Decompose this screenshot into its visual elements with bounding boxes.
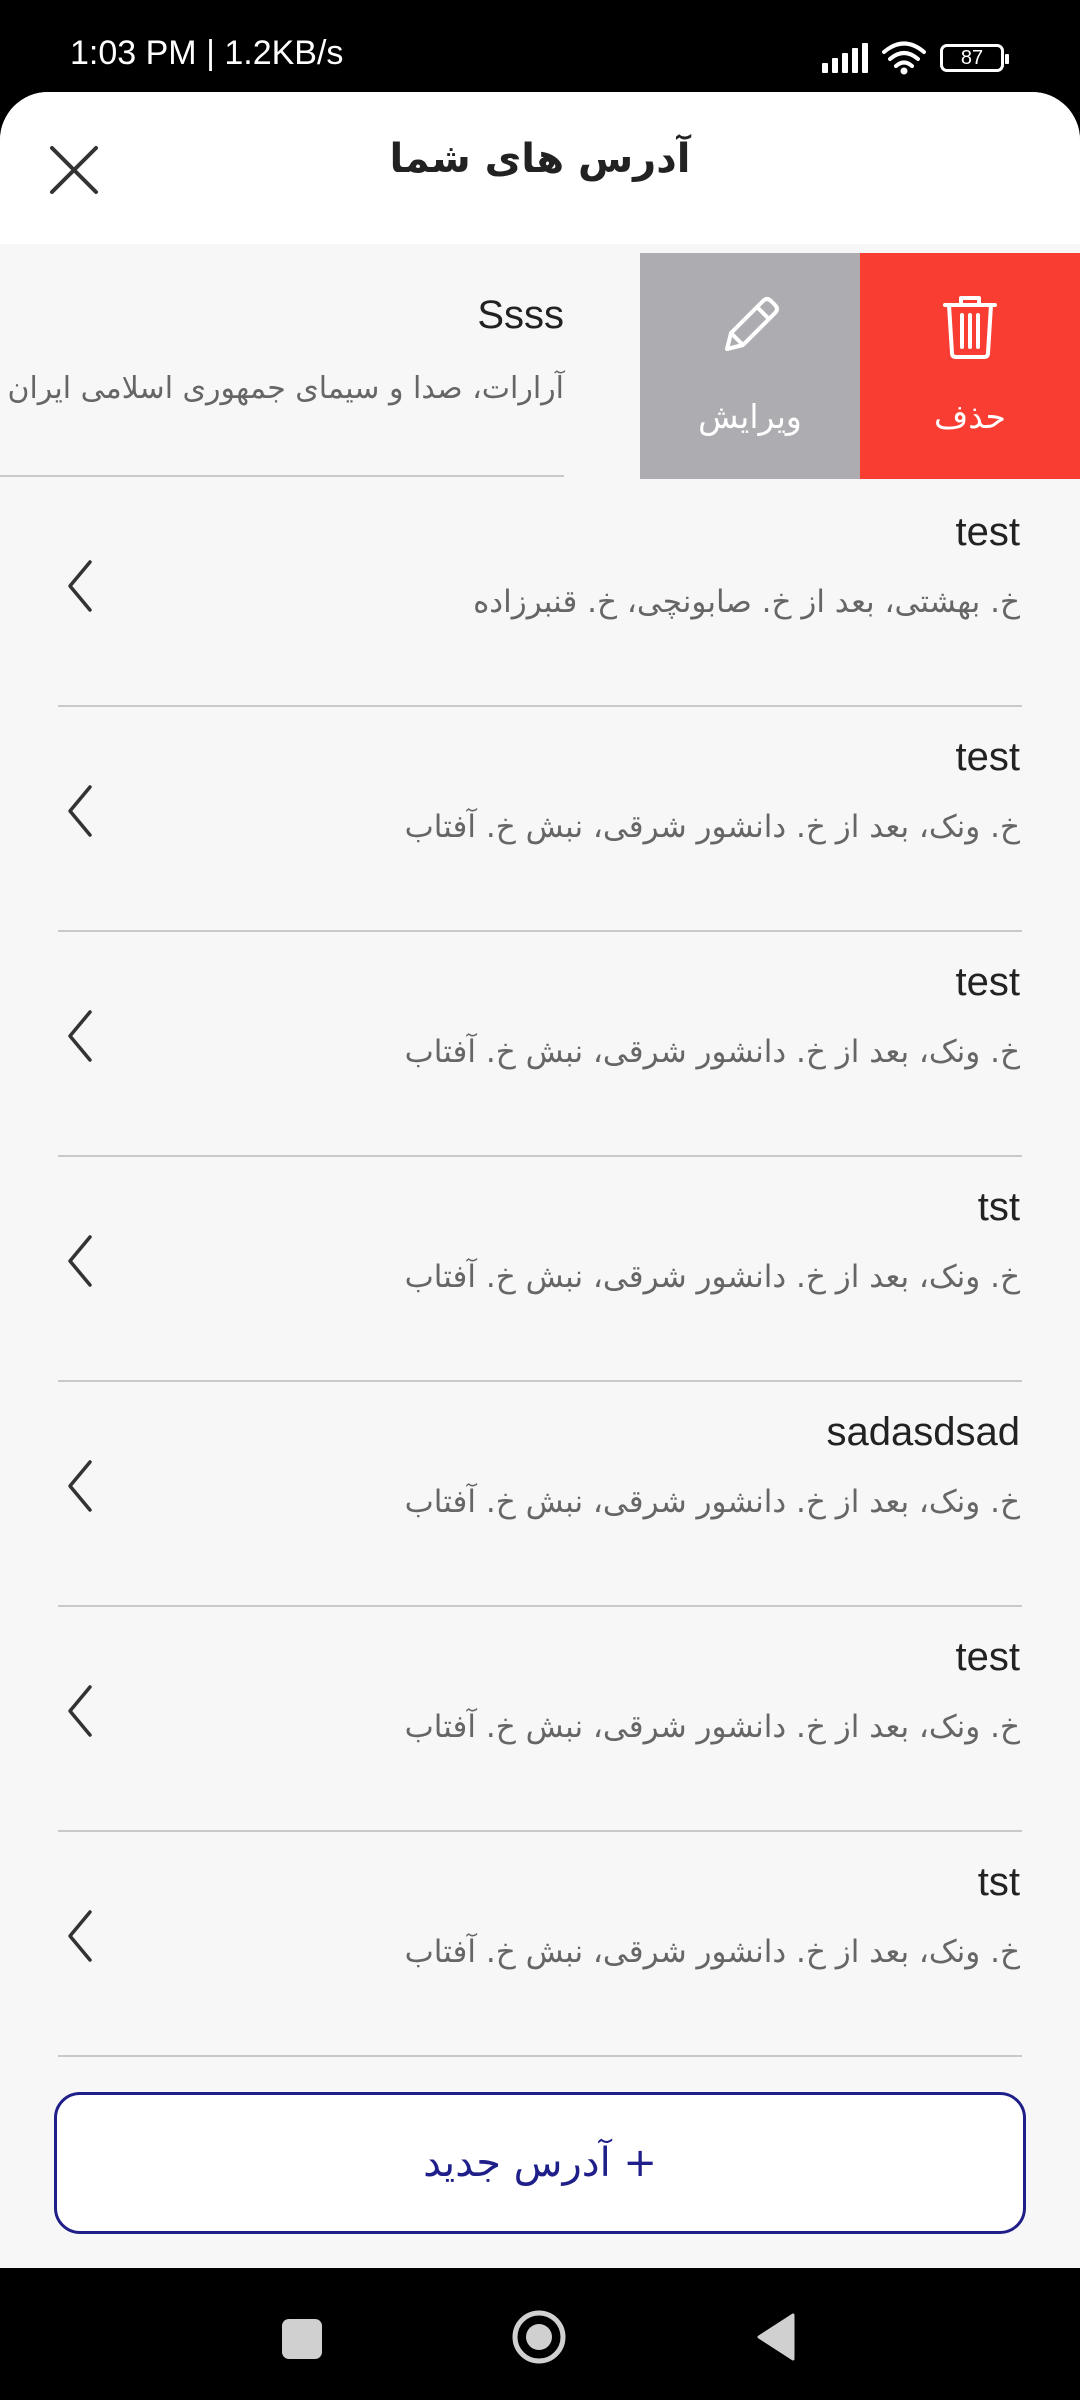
list-item[interactable]: sadasdsad خ. ونک، بعد از خ. دانشور شرقی،…	[0, 1382, 1080, 1607]
status-icons: 87	[822, 40, 1009, 76]
address-text: خ. ونک، بعد از خ. دانشور شرقی، نبش خ. آف…	[404, 1259, 1020, 1295]
list-item[interactable]: test خ. ونک، بعد از خ. دانشور شرقی، نبش …	[0, 1607, 1080, 1832]
edit-button[interactable]: ویرایش	[640, 253, 860, 479]
swiped-address-row[interactable]: Ssss آرارات، صدا و سیمای جمهوری اسلامی ا…	[0, 253, 1080, 479]
address-title: test	[955, 960, 1020, 1004]
list-item[interactable]: test خ. بهشتی، بعد از خ. صابونچی، خ. قنب…	[0, 482, 1080, 707]
address-text: خ. ونک، بعد از خ. دانشور شرقی، نبش خ. آف…	[404, 1034, 1020, 1070]
navigation-bar	[0, 2268, 1080, 2400]
back-icon[interactable]	[755, 2312, 797, 2362]
battery-icon: 87	[940, 44, 1009, 72]
addresses-sheet: آدرس های شما Ssss آرارات، صدا و سیمای جم…	[0, 92, 1080, 2268]
new-address-button[interactable]: + آدرس جدید	[54, 2092, 1026, 2234]
recents-icon[interactable]	[282, 2319, 322, 2359]
chevron-left-icon[interactable]	[62, 1456, 98, 1516]
address-text: خ. بهشتی، بعد از خ. صابونچی، خ. قنبرزاده	[473, 584, 1020, 620]
signal-icon	[822, 43, 868, 73]
chevron-left-icon[interactable]	[62, 556, 98, 616]
chevron-left-icon[interactable]	[62, 1006, 98, 1066]
sheet-header: آدرس های شما	[0, 92, 1080, 244]
address-title: test	[955, 510, 1020, 554]
address-text: خ. ونک، بعد از خ. دانشور شرقی، نبش خ. آف…	[404, 1484, 1020, 1520]
address-title: tst	[977, 1185, 1020, 1229]
address-text: آرارات، صدا و سیمای جمهوری اسلامی ایران	[7, 371, 564, 406]
divider	[0, 475, 564, 477]
edit-label: ویرایش	[698, 397, 802, 436]
address-text: خ. ونک، بعد از خ. دانشور شرقی، نبش خ. آف…	[404, 1934, 1020, 1970]
chevron-left-icon[interactable]	[62, 1681, 98, 1741]
list-item[interactable]: test خ. ونک، بعد از خ. دانشور شرقی، نبش …	[0, 707, 1080, 932]
address-text: خ. ونک، بعد از خ. دانشور شرقی، نبش خ. آف…	[404, 809, 1020, 845]
chevron-left-icon[interactable]	[62, 1906, 98, 1966]
list-item[interactable]: tst خ. ونک، بعد از خ. دانشور شرقی، نبش خ…	[0, 1157, 1080, 1382]
address-title: sadasdsad	[826, 1410, 1020, 1454]
home-icon[interactable]	[511, 2309, 567, 2365]
status-time: 1:03 PM | 1.2KB/s	[70, 34, 344, 72]
chevron-left-icon[interactable]	[62, 1231, 98, 1291]
address-title: test	[955, 735, 1020, 779]
status-bar: 1:03 PM | 1.2KB/s 87	[0, 0, 1080, 92]
address-text: خ. ونک، بعد از خ. دانشور شرقی، نبش خ. آف…	[404, 1709, 1020, 1745]
swiped-address-content[interactable]: Ssss آرارات، صدا و سیمای جمهوری اسلامی ا…	[0, 253, 640, 479]
list-item[interactable]: tst خ. ونک، بعد از خ. دانشور شرقی، نبش خ…	[0, 1832, 1080, 2057]
delete-button[interactable]: حذف	[860, 253, 1080, 479]
list-item[interactable]: test خ. ونک، بعد از خ. دانشور شرقی، نبش …	[0, 932, 1080, 1157]
address-title: Ssss	[477, 293, 564, 337]
chevron-left-icon[interactable]	[62, 781, 98, 841]
address-title: tst	[977, 1860, 1020, 1904]
battery-level: 87	[960, 46, 984, 69]
trash-icon	[943, 296, 997, 359]
page-title: آدرس های شما	[389, 136, 691, 182]
pencil-icon	[725, 297, 779, 351]
delete-label: حذف	[934, 397, 1006, 436]
divider	[58, 2055, 1022, 2057]
wifi-icon	[882, 41, 926, 75]
address-title: test	[955, 1635, 1020, 1679]
